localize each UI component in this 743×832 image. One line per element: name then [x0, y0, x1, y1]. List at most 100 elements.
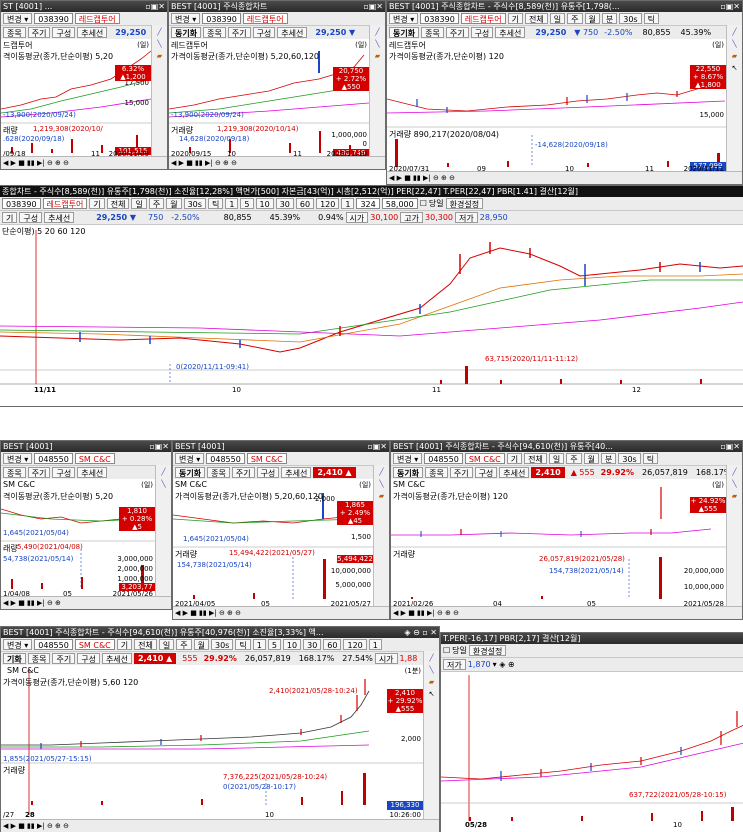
window-controls[interactable]: ◈ ⊖ ▫ ✕: [404, 627, 437, 638]
period-button-1[interactable]: 기: [116, 639, 133, 650]
period-button-30s[interactable]: 30s: [211, 639, 234, 650]
settings-button[interactable]: 환경설정: [445, 198, 484, 209]
stock-code-input[interactable]: 038390: [202, 13, 241, 24]
eraser-icon[interactable]: ▰: [730, 52, 739, 61]
interval-1[interactable]: 1: [252, 639, 266, 650]
window-title-bar[interactable]: BEST [4001] ▫▣✕: [1, 441, 171, 452]
stock-code-input[interactable]: 048550: [34, 639, 73, 650]
window-controls[interactable]: ▫▣✕: [720, 441, 740, 452]
tab-trendline[interactable]: 추세선: [101, 653, 133, 664]
interval-60[interactable]: 60: [323, 639, 342, 650]
same-day-toggle[interactable]: 당일: [429, 197, 444, 210]
change-button[interactable]: 변경 ▾: [3, 453, 33, 464]
tab-stock[interactable]: 종목: [207, 467, 230, 478]
scroll-footer[interactable]: ◀ ▶ ■ ▮▮ ▶| ⊖ ⊕ ⊖: [169, 156, 385, 169]
tab-stock[interactable]: 종목: [425, 467, 448, 478]
tab-trendline[interactable]: 추세선: [277, 27, 308, 38]
period-button-tick[interactable]: 틱: [207, 198, 224, 209]
change-button[interactable]: 변경 ▾: [3, 639, 33, 650]
period-button-week[interactable]: 주: [566, 453, 582, 464]
pen-icon[interactable]: ╱: [730, 468, 739, 477]
line-icon[interactable]: ╲: [159, 480, 168, 489]
period-button-all[interactable]: 전체: [525, 13, 548, 24]
interval-120[interactable]: 120: [316, 198, 340, 209]
period-button-all[interactable]: 전체: [134, 639, 157, 650]
window-title-bar[interactable]: BEST [4001] 주식종합차트 ▫▣✕: [169, 1, 385, 12]
period-button-day[interactable]: 일: [548, 453, 565, 464]
period-button-day[interactable]: 일: [158, 639, 175, 650]
period-button-tick[interactable]: 틱: [643, 13, 659, 24]
chart-area[interactable]: 레드캡투어 가격이동평균(종가,단순이평) 120 (일) 22,550 + 8.…: [387, 39, 728, 173]
tab-stock[interactable]: 종목: [27, 653, 51, 664]
period-button-day[interactable]: 일: [549, 13, 566, 24]
tab-config[interactable]: 구성: [256, 467, 280, 478]
scroll-footer[interactable]: ◀ ▶ ■ ▮▮ ▶| ⊖ ⊕ ⊖: [387, 171, 742, 184]
tab-config[interactable]: 구성: [470, 27, 494, 38]
window-title-bar[interactable]: BEST [4001] 주식종합차트 - 주식수[94,610(천)] 유통주[…: [391, 441, 742, 452]
change-button[interactable]: 변경 ▾: [389, 13, 419, 24]
tab-sync[interactable]: 기화: [3, 653, 26, 664]
window-title-bar[interactable]: BEST [4001] ▫▣✕: [173, 441, 389, 452]
window-controls[interactable]: ▫▣✕: [149, 441, 169, 452]
tab-config[interactable]: 구성: [52, 467, 76, 478]
pen-icon[interactable]: ╱: [730, 28, 739, 37]
window-title-bar[interactable]: 종합차트 - 주식수[8,589(천)] 유통주[1,798(천)] 소진율[1…: [0, 186, 743, 197]
tab-config[interactable]: 구성: [252, 27, 276, 38]
period-button-30s[interactable]: 30s: [619, 13, 642, 24]
interval-5[interactable]: 5: [267, 639, 281, 650]
change-button[interactable]: 변경 ▾: [171, 13, 201, 24]
max-input[interactable]: 58,000: [381, 198, 418, 209]
cursor-icon[interactable]: ↖: [730, 64, 739, 73]
interval-30[interactable]: 30: [303, 639, 322, 650]
interval-120[interactable]: 120: [343, 639, 367, 650]
window-controls[interactable]: ▫▣✕: [367, 441, 387, 452]
chart-area[interactable]: SM C&C 가격이동평균(종가,단순이평) 120 (일) + 24.92% ▲…: [391, 479, 728, 608]
tab-trendline[interactable]: 추세선: [499, 467, 530, 478]
tab-config[interactable]: 구성: [19, 212, 43, 223]
tab-trendline[interactable]: 추세선: [44, 212, 75, 223]
spin-icon[interactable]: ▾ ◈ ⊕: [493, 658, 515, 671]
period-button-1[interactable]: 기: [506, 453, 523, 464]
pen-icon[interactable]: ╱: [155, 28, 164, 37]
chart-area[interactable]: SM C&C 가격이동평균(종가,단순이평) 5,20,60,120 (일) 1…: [173, 479, 375, 608]
period-button-tick[interactable]: 틱: [642, 453, 659, 464]
tab-period[interactable]: 주기: [449, 467, 473, 478]
window-controls[interactable]: ▫▣✕: [145, 1, 165, 12]
tab-sync[interactable]: 동기화: [393, 467, 424, 478]
tab-period[interactable]: 주기: [27, 27, 51, 38]
scroll-footer[interactable]: ◀ ▶ ■ ▮▮ ▶| ⊖ ⊕ ⊖: [391, 606, 742, 619]
tab-trendline[interactable]: 추세선: [77, 27, 108, 38]
period-button-tick[interactable]: 틱: [235, 639, 251, 650]
chart-area[interactable]: SM C&C 가격이동평균(종가,단순이평) 5,60 120 (1분) 2,4…: [1, 665, 425, 820]
tab-stock[interactable]: 종목: [3, 467, 26, 478]
count-input[interactable]: 324: [356, 198, 380, 209]
period-button-month[interactable]: 월: [166, 198, 182, 209]
tab-stock[interactable]: 종목: [203, 27, 226, 38]
tab-trendline[interactable]: 추세선: [281, 467, 312, 478]
tab-trendline[interactable]: 추세선: [495, 27, 526, 38]
checkbox-icon[interactable]: ☐: [443, 644, 450, 657]
tab-sync[interactable]: 동기화: [389, 27, 420, 38]
line-icon[interactable]: ╲: [730, 40, 739, 49]
chart-area[interactable]: 드캡투어 격이동평균(종가,단순이평) 5,20 (일) 17,500 15,0…: [1, 39, 153, 158]
checkbox-icon[interactable]: ☐: [420, 197, 427, 210]
tab-period[interactable]: 주기: [231, 467, 255, 478]
tab-config[interactable]: 구성: [77, 653, 100, 664]
period-button-minute[interactable]: 분: [601, 453, 617, 464]
period-button-month[interactable]: 월: [584, 13, 600, 24]
tab-period[interactable]: 주기: [52, 653, 76, 664]
change-button[interactable]: 변경 ▾: [393, 453, 423, 464]
window-controls[interactable]: ▫▣✕: [363, 1, 383, 12]
interval-30[interactable]: 30: [275, 198, 294, 209]
scroll-footer[interactable]: ◀ ▶ ■ ▮▮ ▶| ⊖ ⊕ ⊖: [1, 156, 167, 169]
chart-area[interactable]: 단순이평) 5 20 60 120 63,715(2020/11/11-11:1…: [0, 224, 743, 396]
window-title-bar[interactable]: BEST [4001] 주식종합차트 - 주식수[8,589(천)] 유통주[1…: [387, 1, 742, 12]
line-icon[interactable]: ╲: [155, 40, 164, 49]
tab-stock[interactable]: 종목: [3, 27, 26, 38]
tab-trendline[interactable]: 추세선: [77, 467, 108, 478]
tab-sync[interactable]: 동기화: [175, 467, 206, 478]
scroll-footer[interactable]: ◀ ▶ ■ ▮▮ ▶| ⊖ ⊕ ⊖: [173, 606, 389, 619]
window-title-bar[interactable]: T.PER[-16,17] PBR[2,17] 결산[12월]: [441, 633, 743, 644]
tab-period[interactable]: 주기: [445, 27, 469, 38]
period-button-30s[interactable]: 30s: [183, 198, 206, 209]
